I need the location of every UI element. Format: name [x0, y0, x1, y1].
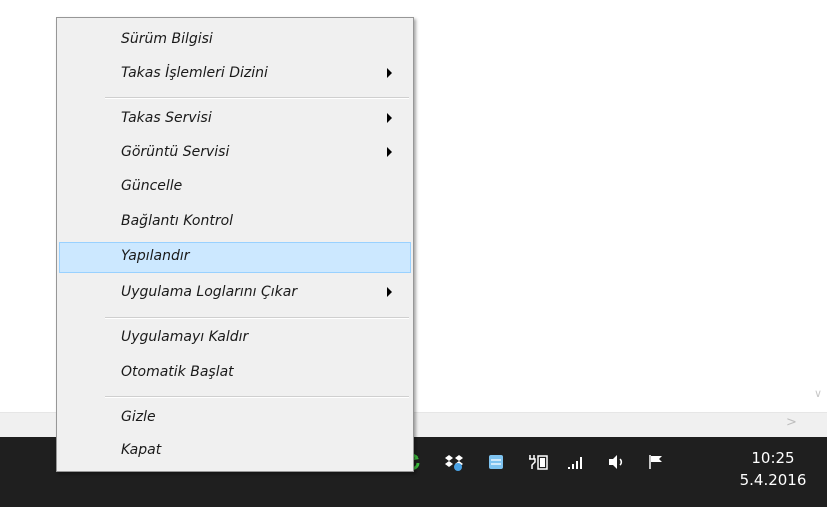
taskbar-clock[interactable]: 10:25 5.4.2016: [728, 447, 818, 491]
menu-item-kapat[interactable]: Kapat: [59, 436, 411, 467]
menu-item-label: Sürüm Bilgisi: [121, 31, 213, 47]
menu-item-label: Güncelle: [121, 178, 183, 194]
context-menu: Sürüm Bilgisi Takas İşlemleri Dizini Tak…: [56, 17, 414, 472]
menu-item-baglanti-kontrol[interactable]: Bağlantı Kontrol: [59, 207, 411, 238]
submenu-arrow-icon: [387, 113, 392, 123]
action-center-flag-icon[interactable]: [646, 451, 668, 473]
menu-item-label: Otomatik Başlat: [121, 364, 234, 380]
volume-icon[interactable]: [606, 451, 628, 473]
menu-item-label: Gizle: [121, 409, 156, 425]
menu-item-label: Bağlantı Kontrol: [121, 213, 234, 229]
menu-item-uygulama-loglarini-cikar[interactable]: Uygulama Loglarını Çıkar: [59, 278, 411, 309]
menu-item-gizle[interactable]: Gizle: [59, 403, 411, 434]
menu-item-surum-bilgisi[interactable]: Sürüm Bilgisi: [59, 25, 411, 56]
clock-time: 10:25: [751, 449, 795, 467]
scroll-right-arrow-icon[interactable]: >: [786, 415, 797, 430]
menu-item-otomatik-baslat[interactable]: Otomatik Başlat: [59, 358, 411, 389]
menu-item-uygulamayi-kaldir[interactable]: Uygulamayı Kaldır: [59, 323, 411, 354]
menu-item-label: Uygulama Loglarını Çıkar: [121, 284, 298, 300]
menu-item-guncelle[interactable]: Güncelle: [59, 172, 411, 203]
dropbox-icon[interactable]: [443, 451, 465, 473]
clock-date: 5.4.2016: [739, 471, 807, 489]
menu-item-yapilandir[interactable]: Yapılandır: [59, 242, 411, 273]
menu-item-label: Kapat: [121, 442, 162, 458]
vertical-scrollbar[interactable]: [812, 0, 827, 412]
menu-separator: [105, 97, 409, 99]
signal-bars-icon[interactable]: [566, 451, 588, 473]
menu-item-label: Yapılandır: [121, 248, 190, 264]
menu-item-label: Uygulamayı Kaldır: [121, 329, 249, 345]
submenu-arrow-icon: [387, 287, 392, 297]
menu-item-takas-islemleri-dizini[interactable]: Takas İşlemleri Dizini: [59, 59, 411, 90]
menu-separator: [105, 317, 409, 319]
scroll-down-arrow-icon[interactable]: ∨: [814, 388, 822, 400]
menu-item-takas-servisi[interactable]: Takas Servisi: [59, 104, 411, 135]
menu-item-label: Takas Servisi: [121, 110, 212, 126]
power-plug-icon[interactable]: [527, 451, 549, 473]
menu-item-goruntu-servisi[interactable]: Görüntü Servisi: [59, 138, 411, 169]
menu-separator: [105, 396, 409, 398]
submenu-arrow-icon: [387, 68, 392, 78]
submenu-arrow-icon: [387, 147, 392, 157]
menu-item-label: Takas İşlemleri Dizini: [121, 65, 268, 81]
menu-item-label: Görüntü Servisi: [121, 144, 230, 160]
app-tray-icon[interactable]: [485, 451, 507, 473]
